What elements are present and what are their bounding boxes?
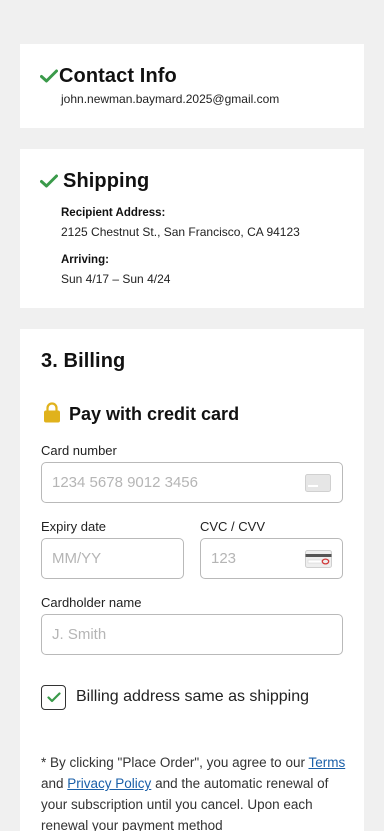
cardholder-name-label: Cardholder name [41,595,142,610]
terms-link[interactable]: Terms [308,755,345,770]
cardholder-name-input[interactable] [41,614,343,655]
contact-email: john.newman.baymard.2025@gmail.com [61,92,280,106]
card-cvc-icon [305,550,332,568]
billing-same-checkbox[interactable] [41,685,66,710]
shipping-card: Shipping Recipient Address: 2125 Chestnu… [20,149,364,308]
contact-info-title: Contact Info [59,65,177,87]
contact-info-card: Contact Info john.newman.baymard.2025@gm… [20,44,364,128]
expiry-date-label: Expiry date [41,519,107,534]
legal-and: and [41,776,68,791]
checkmark-icon [46,692,61,703]
legal-disclaimer: * By clicking "Place Order", you agree t… [41,752,351,831]
check-icon [40,69,58,83]
expiry-date-input[interactable] [41,538,184,579]
recipient-address: 2125 Chestnut St., San Francisco, CA 941… [61,225,300,239]
billing-title: 3. Billing [41,350,126,372]
cvc-label: CVC / CVV [200,519,266,534]
card-number-input[interactable] [41,462,343,503]
check-icon [40,174,58,188]
billing-same-label[interactable]: Billing address same as shipping [76,688,309,706]
pay-with-card-title: Pay with credit card [69,404,240,424]
credit-card-icon [305,474,331,492]
lock-icon [44,402,60,423]
legal-prefix: * By clicking "Place Order", you agree t… [41,755,309,770]
recipient-label: Recipient Address: [61,207,166,219]
arriving-label: Arriving: [61,254,109,266]
privacy-policy-link[interactable]: Privacy Policy [67,776,151,791]
arriving-dates: Sun 4/17 – Sun 4/24 [61,272,171,286]
shipping-title: Shipping [63,170,150,192]
card-number-label: Card number [41,443,117,458]
